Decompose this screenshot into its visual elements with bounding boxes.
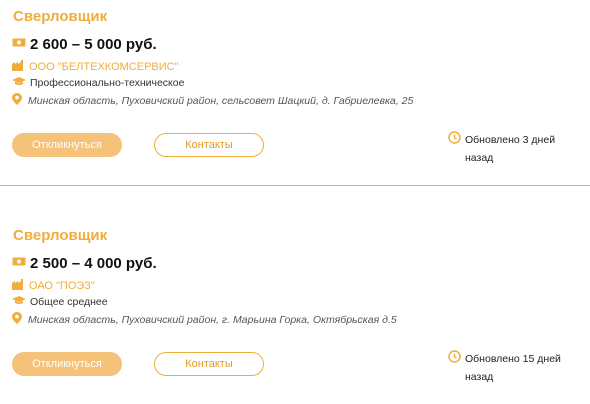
education-row: Общее среднее: [12, 293, 108, 311]
location-pin-icon: [12, 311, 22, 329]
updated-info: Обновлено 15 дней назад: [448, 350, 565, 386]
respond-button[interactable]: Откликнуться: [12, 352, 122, 376]
education-level: Профессионально-техническое: [30, 77, 185, 89]
location-pin-icon: [12, 92, 22, 110]
updated-text: Обновлено 15 дней назад: [465, 353, 561, 383]
company-link[interactable]: ООО "БЕЛТЕХКОМСЕРВИС": [29, 61, 179, 73]
address: Минская область, Пуховичский район, г. М…: [28, 314, 397, 326]
salary-row: 2 500 – 4 000 руб.: [12, 254, 157, 272]
education-row: Профессионально-техническое: [12, 74, 184, 92]
money-icon: [12, 35, 26, 53]
salary: 2 500 – 4 000 руб.: [30, 254, 157, 272]
vacancy-title[interactable]: Сверловщик: [13, 8, 107, 25]
salary-row: 2 600 – 5 000 руб.: [12, 35, 157, 53]
clock-icon: [448, 350, 461, 368]
address-row: Минская область, Пуховичский район, г. М…: [12, 311, 397, 329]
salary: 2 600 – 5 000 руб.: [30, 35, 157, 53]
graduation-cap-icon: [12, 74, 26, 92]
money-icon: [12, 254, 26, 272]
divider: [0, 185, 590, 186]
contacts-button[interactable]: Контакты: [154, 352, 264, 376]
address-row: Минская область, Пуховичский район, сель…: [12, 92, 413, 110]
company-link[interactable]: ОАО "ПОЭЗ": [29, 280, 95, 292]
clock-icon: [448, 131, 461, 149]
contacts-button[interactable]: Контакты: [154, 133, 264, 157]
respond-button[interactable]: Откликнуться: [12, 133, 122, 157]
vacancy-title[interactable]: Сверловщик: [13, 227, 107, 244]
graduation-cap-icon: [12, 293, 26, 311]
updated-text: Обновлено 3 дней назад: [465, 134, 556, 164]
address: Минская область, Пуховичский район, сель…: [28, 95, 414, 107]
education-level: Общее среднее: [30, 296, 108, 308]
updated-info: Обновлено 3 дней назад: [448, 131, 565, 167]
